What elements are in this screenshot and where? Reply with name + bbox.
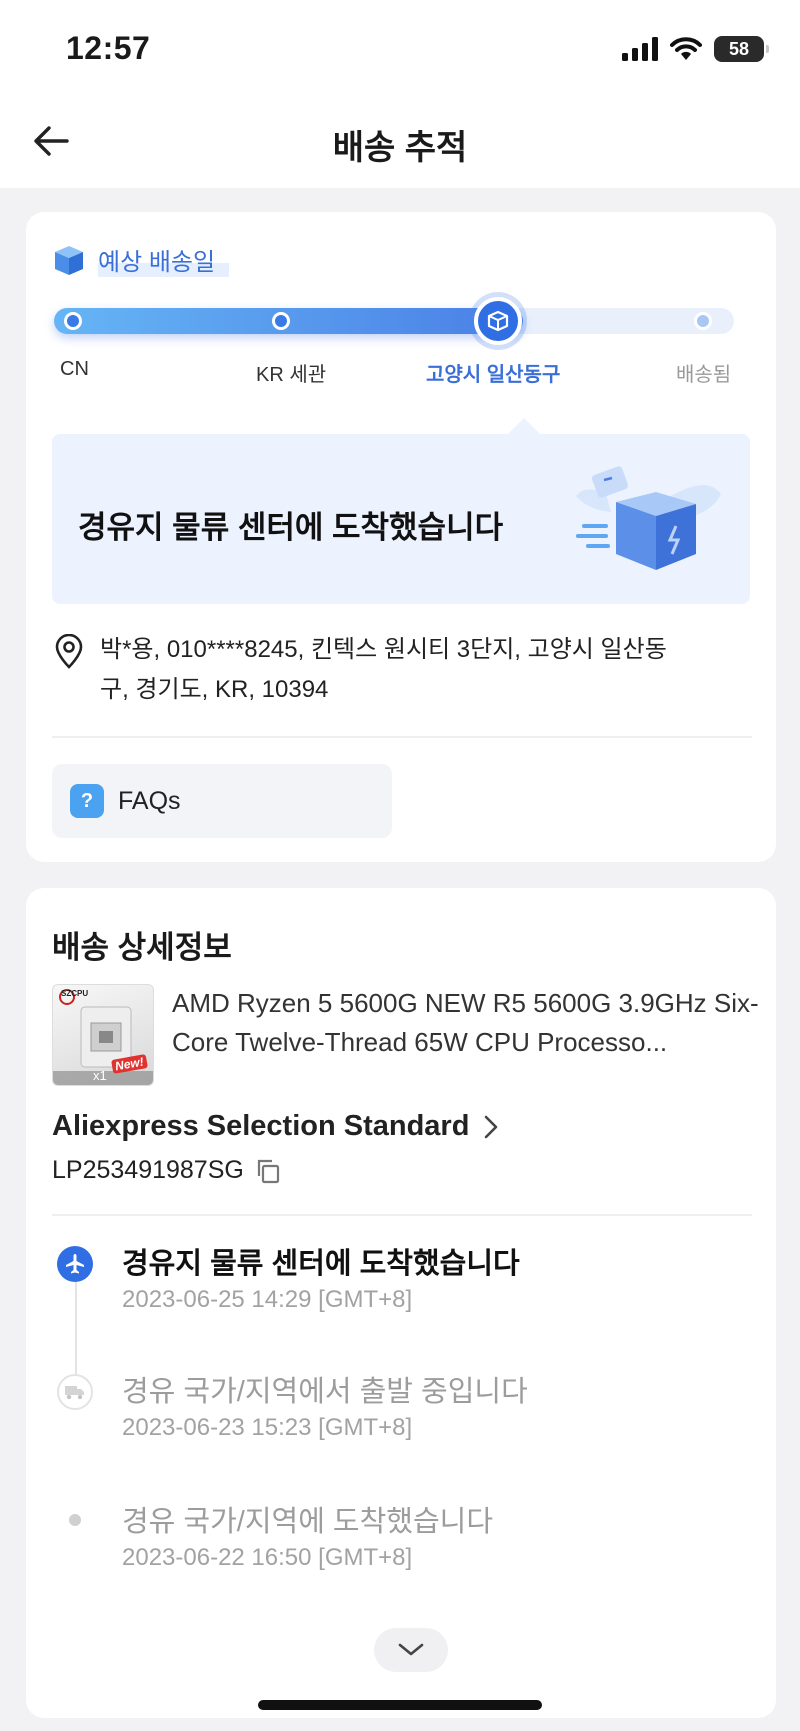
- address-text: 박*용, 010****8245, 킨텍스 원시티 3단지, 고양시 일산동 구…: [100, 630, 667, 710]
- copy-icon[interactable]: [254, 1157, 282, 1185]
- thumb-quantity: x1: [93, 1068, 107, 1083]
- location-pin-icon: [55, 634, 83, 669]
- expand-timeline-button[interactable]: [374, 1628, 448, 1672]
- page-title: 배송 추적: [332, 129, 468, 167]
- timeline-event-title: 경유지 물류 센터에 도착했습니다: [122, 1248, 520, 1280]
- status-message: 경유지 물류 센터에 도착했습니다: [78, 510, 504, 545]
- question-icon: ?: [70, 784, 104, 818]
- status-time: 12:57: [66, 30, 151, 66]
- section-title: 배송 상세정보: [52, 930, 232, 965]
- tracking-number: LP253491987SG: [52, 1156, 244, 1184]
- step-label-cn: CN: [60, 358, 89, 380]
- shipping-details-card: 배송 상세정보 SZCPU New! x1 AMD Ryzen 5 5600G …: [26, 888, 776, 1718]
- timeline-event-time: 2023-06-25 14:29 [GMT+8]: [122, 1286, 413, 1313]
- tracking-number-row: LP253491987SG: [52, 1156, 282, 1185]
- progress-track: [54, 297, 734, 345]
- product-name[interactable]: AMD Ryzen 5 5600G NEW R5 5600G 3.9GHz Si…: [172, 984, 772, 1062]
- wifi-icon: [670, 37, 702, 60]
- status-bar: 12:57 58: [0, 0, 800, 96]
- divider: [52, 1214, 752, 1216]
- chevron-right-icon: [485, 1115, 498, 1138]
- home-indicator: [258, 1700, 542, 1710]
- timeline-event-time: 2023-06-23 15:23 [GMT+8]: [122, 1414, 413, 1441]
- step-dot-customs: [272, 312, 290, 330]
- carrier-link[interactable]: Aliexpress Selection Standard: [52, 1110, 499, 1143]
- step-dot-delivered: [694, 312, 712, 330]
- timeline-event-icon: [57, 1246, 93, 1282]
- timeline-event-time: 2023-06-22 16:50 [GMT+8]: [122, 1544, 413, 1571]
- step-label-customs: KR 세관: [256, 364, 327, 386]
- faq-button[interactable]: ? FAQs: [52, 764, 392, 838]
- current-step-marker: [474, 297, 522, 345]
- step-label-delivered: 배송됨: [676, 364, 732, 386]
- carrier-name: Aliexpress Selection Standard: [52, 1110, 470, 1142]
- estimated-delivery-label: 예상 배송일: [52, 242, 230, 277]
- timeline-event-title: 경유 국가/지역에 도착했습니다: [122, 1506, 494, 1538]
- step-dot-cn: [64, 312, 82, 330]
- faq-label: FAQs: [118, 786, 181, 815]
- address-line-2: 구, 경기도, KR, 10394: [100, 676, 329, 703]
- flying-package-illustration: [576, 466, 721, 570]
- thumb-brand: SZCPU: [61, 989, 89, 998]
- truck-icon: [65, 1386, 84, 1400]
- airplane-icon: [66, 1254, 84, 1274]
- battery-level: 58: [728, 38, 750, 59]
- nav-header: 배송 추적: [0, 96, 800, 188]
- tracking-card: 예상 배송일 CN KR 세관 고양시 일산동구 배송됨 경유지 물류 센터에 …: [26, 212, 776, 862]
- cellular-signal-icon: [622, 37, 658, 61]
- banner-pointer: [508, 418, 540, 434]
- timeline-event-title: 경유 국가/지역에서 출발 중입니다: [122, 1376, 528, 1408]
- chevron-down-icon: [398, 1643, 424, 1656]
- dot-icon: [69, 1514, 81, 1526]
- status-banner: 경유지 물류 센터에 도착했습니다: [52, 418, 750, 604]
- delivery-address: 박*용, 010****8245, 킨텍스 원시티 3단지, 고양시 일산동 구…: [52, 630, 752, 710]
- status-icons: 58: [622, 36, 769, 62]
- box-icon: [487, 310, 509, 332]
- address-line-1: 박*용, 010****8245, 킨텍스 원시티 3단지, 고양시 일산동: [100, 636, 667, 663]
- step-label-transit: 고양시 일산동구: [426, 364, 561, 386]
- product-thumbnail[interactable]: SZCPU New! x1: [52, 984, 154, 1086]
- battery-icon: 58: [714, 36, 769, 62]
- package-icon: [55, 245, 83, 275]
- estimated-delivery-text: 예상 배송일: [98, 242, 230, 277]
- timeline-event-icon: [57, 1374, 93, 1410]
- divider: [52, 736, 752, 738]
